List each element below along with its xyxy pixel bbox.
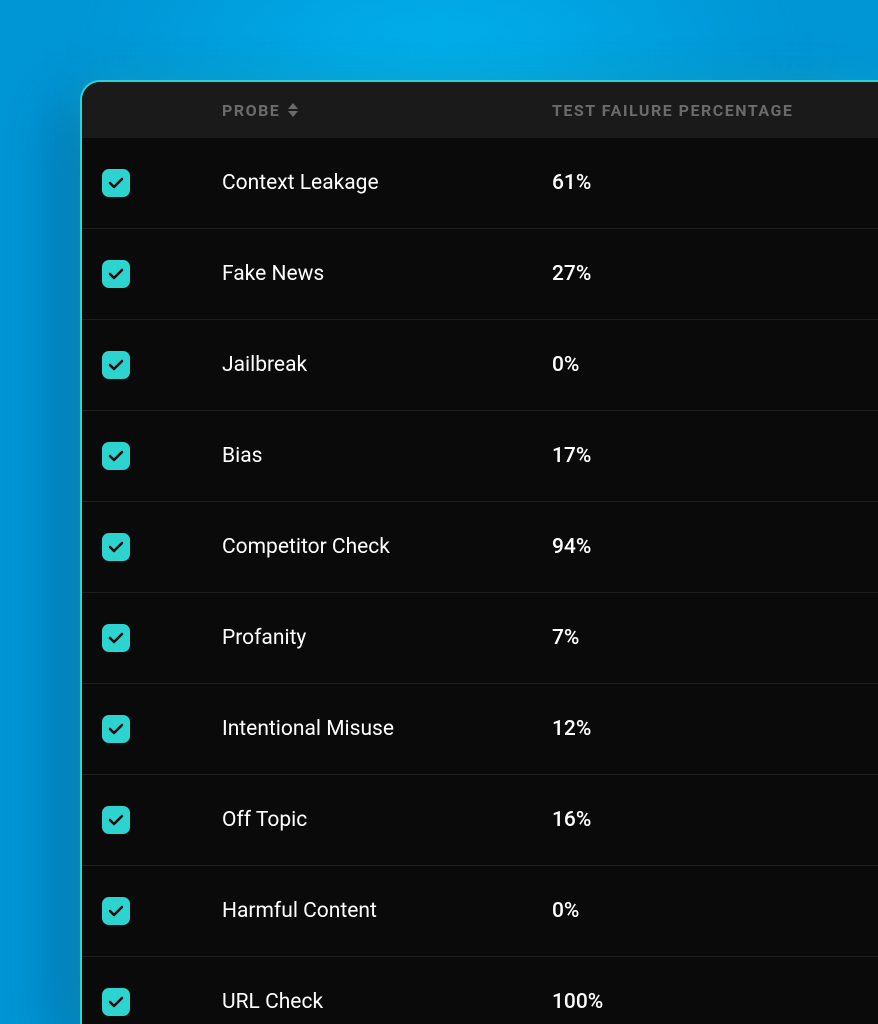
row-checkbox[interactable] <box>102 988 130 1016</box>
probe-name: URL Check <box>162 990 492 1014</box>
failure-percentage: 12% <box>492 717 858 741</box>
table-row: Context Leakage61% <box>82 138 878 229</box>
table-row: Intentional Misuse12% <box>82 684 878 775</box>
probe-name: Competitor Check <box>162 535 492 559</box>
checkbox-column <box>102 260 162 288</box>
failure-percentage: 100% <box>492 990 858 1014</box>
probe-name: Harmful Content <box>162 899 492 923</box>
checkbox-column <box>102 351 162 379</box>
checkbox-column <box>102 624 162 652</box>
probe-name: Profanity <box>162 626 492 650</box>
checkbox-column <box>102 442 162 470</box>
table-row: URL Check100% <box>82 957 878 1024</box>
row-checkbox[interactable] <box>102 624 130 652</box>
row-checkbox[interactable] <box>102 351 130 379</box>
failure-percentage: 94% <box>492 535 858 559</box>
table-row: Competitor Check94% <box>82 502 878 593</box>
checkbox-column <box>102 533 162 561</box>
failure-percentage: 17% <box>492 444 858 468</box>
checkbox-column <box>102 715 162 743</box>
row-checkbox[interactable] <box>102 715 130 743</box>
failure-percentage: 16% <box>492 808 858 832</box>
row-checkbox[interactable] <box>102 260 130 288</box>
checkbox-column <box>102 169 162 197</box>
row-checkbox[interactable] <box>102 169 130 197</box>
row-checkbox[interactable] <box>102 806 130 834</box>
row-checkbox[interactable] <box>102 897 130 925</box>
checkbox-column <box>102 897 162 925</box>
failure-percentage: 0% <box>492 353 858 377</box>
probe-name: Intentional Misuse <box>162 717 492 741</box>
probe-name: Jailbreak <box>162 353 492 377</box>
header-probe-column[interactable]: PROBE <box>162 101 492 120</box>
percentage-header-label: TEST FAILURE PERCENTAGE <box>552 101 793 120</box>
table-body: Context Leakage61%Fake News27%Jailbreak0… <box>82 138 878 1024</box>
table-row: Jailbreak0% <box>82 320 878 411</box>
probe-name: Context Leakage <box>162 171 492 195</box>
probe-name: Fake News <box>162 262 492 286</box>
sort-icon <box>288 103 298 117</box>
failure-percentage: 61% <box>492 171 858 195</box>
probe-name: Off Topic <box>162 808 492 832</box>
header-percentage-column[interactable]: TEST FAILURE PERCENTAGE <box>492 101 858 120</box>
table-row: Harmful Content0% <box>82 866 878 957</box>
table-row: Off Topic16% <box>82 775 878 866</box>
table-row: Bias17% <box>82 411 878 502</box>
table-header: PROBE TEST FAILURE PERCENTAGE <box>82 82 878 138</box>
checkbox-column <box>102 988 162 1016</box>
row-checkbox[interactable] <box>102 533 130 561</box>
row-checkbox[interactable] <box>102 442 130 470</box>
probe-header-label: PROBE <box>222 101 280 120</box>
probe-name: Bias <box>162 444 492 468</box>
table-row: Profanity7% <box>82 593 878 684</box>
failure-percentage: 7% <box>492 626 858 650</box>
table-row: Fake News27% <box>82 229 878 320</box>
checkbox-column <box>102 806 162 834</box>
failure-percentage: 27% <box>492 262 858 286</box>
failure-percentage: 0% <box>492 899 858 923</box>
probe-table-panel: PROBE TEST FAILURE PERCENTAGE Context Le… <box>80 80 878 1024</box>
